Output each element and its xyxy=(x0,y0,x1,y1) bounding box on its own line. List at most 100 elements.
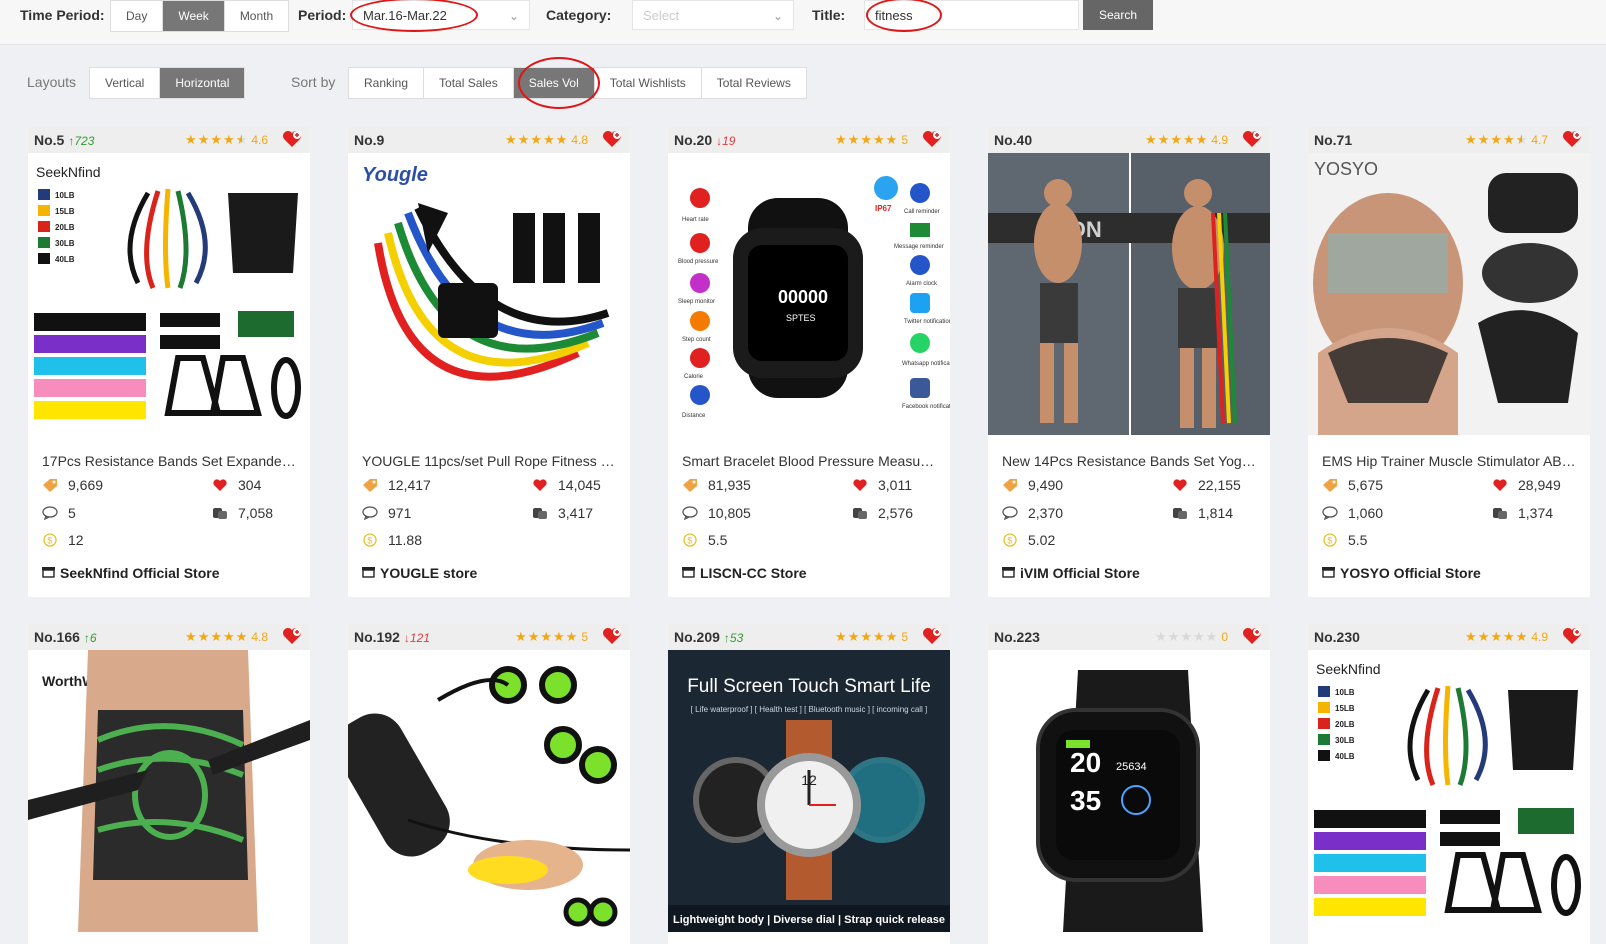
star-rating: ★★★★★ 5 xyxy=(835,132,908,148)
card-header: No.71 ★★★★★ 4.7 xyxy=(1308,127,1590,153)
star-icon: ★ xyxy=(1193,629,1206,644)
star-icon: ★ xyxy=(185,629,198,644)
store-link[interactable]: LISCN-CC Store xyxy=(668,559,950,581)
sort-option-sales-vol[interactable]: Sales Vol xyxy=(513,68,595,98)
product-card[interactable]: No.9 ★★★★★ 4.8 Yougle YOUGLE 11pcs/set Pu… xyxy=(348,127,630,597)
star-icon: ★ xyxy=(555,132,569,147)
store-link[interactable]: YOUGLE store xyxy=(348,559,630,581)
chevron-down-icon: ⌄ xyxy=(508,9,519,23)
star-icon: ★ xyxy=(197,629,211,644)
star-icon: ★ xyxy=(1195,132,1209,147)
store-link[interactable]: iVIM Official Store xyxy=(988,559,1270,581)
star-icon: ★ xyxy=(1205,629,1219,644)
card-header: No.223 ★★★★★ 0 xyxy=(988,624,1270,650)
product-card[interactable]: No.223 ★★★★★ 0 20 35 25634 xyxy=(988,624,1270,944)
layout-option-horizontal[interactable]: Horizontal xyxy=(160,68,245,98)
reviews-stat: 10,805 xyxy=(682,505,751,521)
period-select[interactable]: Mar.16-Mar.22 ⌄ xyxy=(352,0,530,30)
coins-icon xyxy=(1172,505,1188,521)
product-image[interactable]: Yougle xyxy=(348,153,630,435)
svg-text:30LB: 30LB xyxy=(1335,736,1355,745)
product-image[interactable]: SeekNfind 10LB 15LB 20LB 30LB 40LB xyxy=(28,153,310,435)
dollar-coin-icon: $ xyxy=(362,532,378,548)
store-icon xyxy=(1322,565,1336,581)
star-icon: ★ xyxy=(1183,132,1196,147)
wishlist-heart-icon[interactable] xyxy=(1242,627,1262,645)
product-image[interactable]: SeekNfind 10LB 15LB 20LB 30LB 40LB xyxy=(1308,650,1590,932)
period-label: Period: xyxy=(298,7,347,23)
time-option-day[interactable]: Day xyxy=(111,1,164,31)
tag-icon xyxy=(362,477,378,493)
card-header: No.40 ★★★★★ 4.9 xyxy=(988,127,1270,153)
product-image[interactable]: 20 35 25634 xyxy=(988,650,1270,932)
orders-stat: 9,669 xyxy=(42,477,103,493)
svg-text:10LB: 10LB xyxy=(1335,688,1355,697)
chevron-down-icon: ⌄ xyxy=(772,9,783,23)
star-icon: ★ xyxy=(1465,132,1478,147)
coins-icon xyxy=(852,505,868,521)
dollar-coin-icon: $ xyxy=(1322,532,1338,548)
wishlist-heart-icon[interactable] xyxy=(602,627,622,645)
card-header: No.20 ↓19 ★★★★★ 5 xyxy=(668,127,950,153)
wishlist-heart-icon[interactable] xyxy=(922,130,942,148)
category-select[interactable]: Select ⌄ xyxy=(632,0,794,30)
product-card[interactable]: No.5 ↑723 ★★★★★ 4.6 SeekNfind 10LB 15LB 20… xyxy=(28,127,310,597)
image-subheadline: [ Life waterproof ] [ Health test ] [ Bl… xyxy=(691,705,928,714)
wishlist-heart-icon[interactable] xyxy=(922,627,942,645)
rating-score: 4.9 xyxy=(1211,133,1228,147)
svg-text:Alarm clock: Alarm clock xyxy=(906,281,938,287)
product-image[interactable] xyxy=(348,650,630,932)
wishlist-heart-icon[interactable] xyxy=(282,130,302,148)
product-card[interactable]: No.71 ★★★★★ 4.7 YOSYO EMS Hip Trainer Mus… xyxy=(1308,127,1590,597)
store-link[interactable]: YOSYO Official Store xyxy=(1308,559,1590,581)
tag-icon xyxy=(1322,477,1338,493)
star-icon: ★ xyxy=(1490,629,1503,644)
star-icon: ★ xyxy=(223,629,236,644)
title-input[interactable]: fitness xyxy=(864,0,1079,30)
heart-icon xyxy=(532,477,548,493)
wishlist-heart-icon[interactable] xyxy=(1242,130,1262,148)
sort-option-total-sales[interactable]: Total Sales xyxy=(424,68,514,98)
product-image[interactable]: Full Screen Touch Smart Life [ Life wate… xyxy=(668,650,950,932)
wishlist-stat: 304 xyxy=(212,477,261,493)
star-icon: ★ xyxy=(530,132,543,147)
time-option-week[interactable]: Week xyxy=(163,1,225,31)
star-icon: ★ xyxy=(1180,629,1193,644)
product-stats: 12,417 14,045 971 3,417 $ 11.88 xyxy=(348,475,630,559)
search-button[interactable]: Search xyxy=(1083,0,1153,30)
price-stat: $ 5.5 xyxy=(682,532,727,548)
wishlist-heart-icon[interactable] xyxy=(1562,130,1582,148)
svg-text:Sleep monitor: Sleep monitor xyxy=(678,299,715,305)
product-title[interactable]: EMS Hip Trainer Muscle Stimulator ABS Fi… xyxy=(1308,435,1590,469)
product-title[interactable]: New 14Pcs Resistance Bands Set Yoga Exer… xyxy=(988,435,1270,469)
orders-stat: 5,675 xyxy=(1322,477,1383,493)
star-icon: ★ xyxy=(1465,629,1478,644)
product-card[interactable]: No.166 ↑6 ★★★★★ 4.8 WorthWhile xyxy=(28,624,310,944)
product-title[interactable]: 17Pcs Resistance Bands Set Expander Yoga… xyxy=(28,435,310,469)
product-image[interactable]: PION xyxy=(988,153,1270,435)
star-icon: ★ xyxy=(1155,629,1168,644)
product-card[interactable]: No.20 ↓19 ★★★★★ 5 Heart rate Blood pressur… xyxy=(668,127,950,597)
product-title[interactable]: YOUGLE 11pcs/set Pull Rope Fitness Exerc… xyxy=(348,435,630,469)
product-image[interactable]: Heart rate Blood pressure Sleep monitor … xyxy=(668,153,950,435)
product-card[interactable]: No.230 ★★★★★ 4.9 SeekNfind 10LB 15LB 20LB… xyxy=(1308,624,1590,944)
product-card[interactable]: No.192 ↓121 ★★★★★ 5 xyxy=(348,624,630,944)
layout-option-vertical[interactable]: Vertical xyxy=(90,68,161,98)
product-image[interactable]: YOSYO xyxy=(1308,153,1590,435)
product-title[interactable]: Smart Bracelet Blood Pressure Measuremen… xyxy=(668,435,950,469)
product-image[interactable]: WorthWhile xyxy=(28,650,310,932)
period-value: Mar.16-Mar.22 xyxy=(363,8,447,23)
rank-number: No.192 ↓121 xyxy=(354,629,430,645)
store-link[interactable]: SeekNfind Official Store xyxy=(28,559,310,581)
wishlist-heart-icon[interactable] xyxy=(602,130,622,148)
time-option-month[interactable]: Month xyxy=(225,1,288,31)
product-card[interactable]: No.209 ↑53 ★★★★★ 5 Full Screen Touch Smart… xyxy=(668,624,950,944)
sort-option-total-wishlists[interactable]: Total Wishlists xyxy=(595,68,702,98)
wishlist-heart-icon[interactable] xyxy=(282,627,302,645)
sales-stat: 3,417 xyxy=(532,505,593,521)
wishlist-heart-icon[interactable] xyxy=(1562,627,1582,645)
star-icon: ★ xyxy=(1477,629,1491,644)
product-card[interactable]: No.40 ★★★★★4.9 PION New 14Pcs Resistance… xyxy=(988,127,1270,597)
sort-option-total-reviews[interactable]: Total Reviews xyxy=(702,68,806,98)
sort-option-ranking[interactable]: Ranking xyxy=(349,68,425,98)
